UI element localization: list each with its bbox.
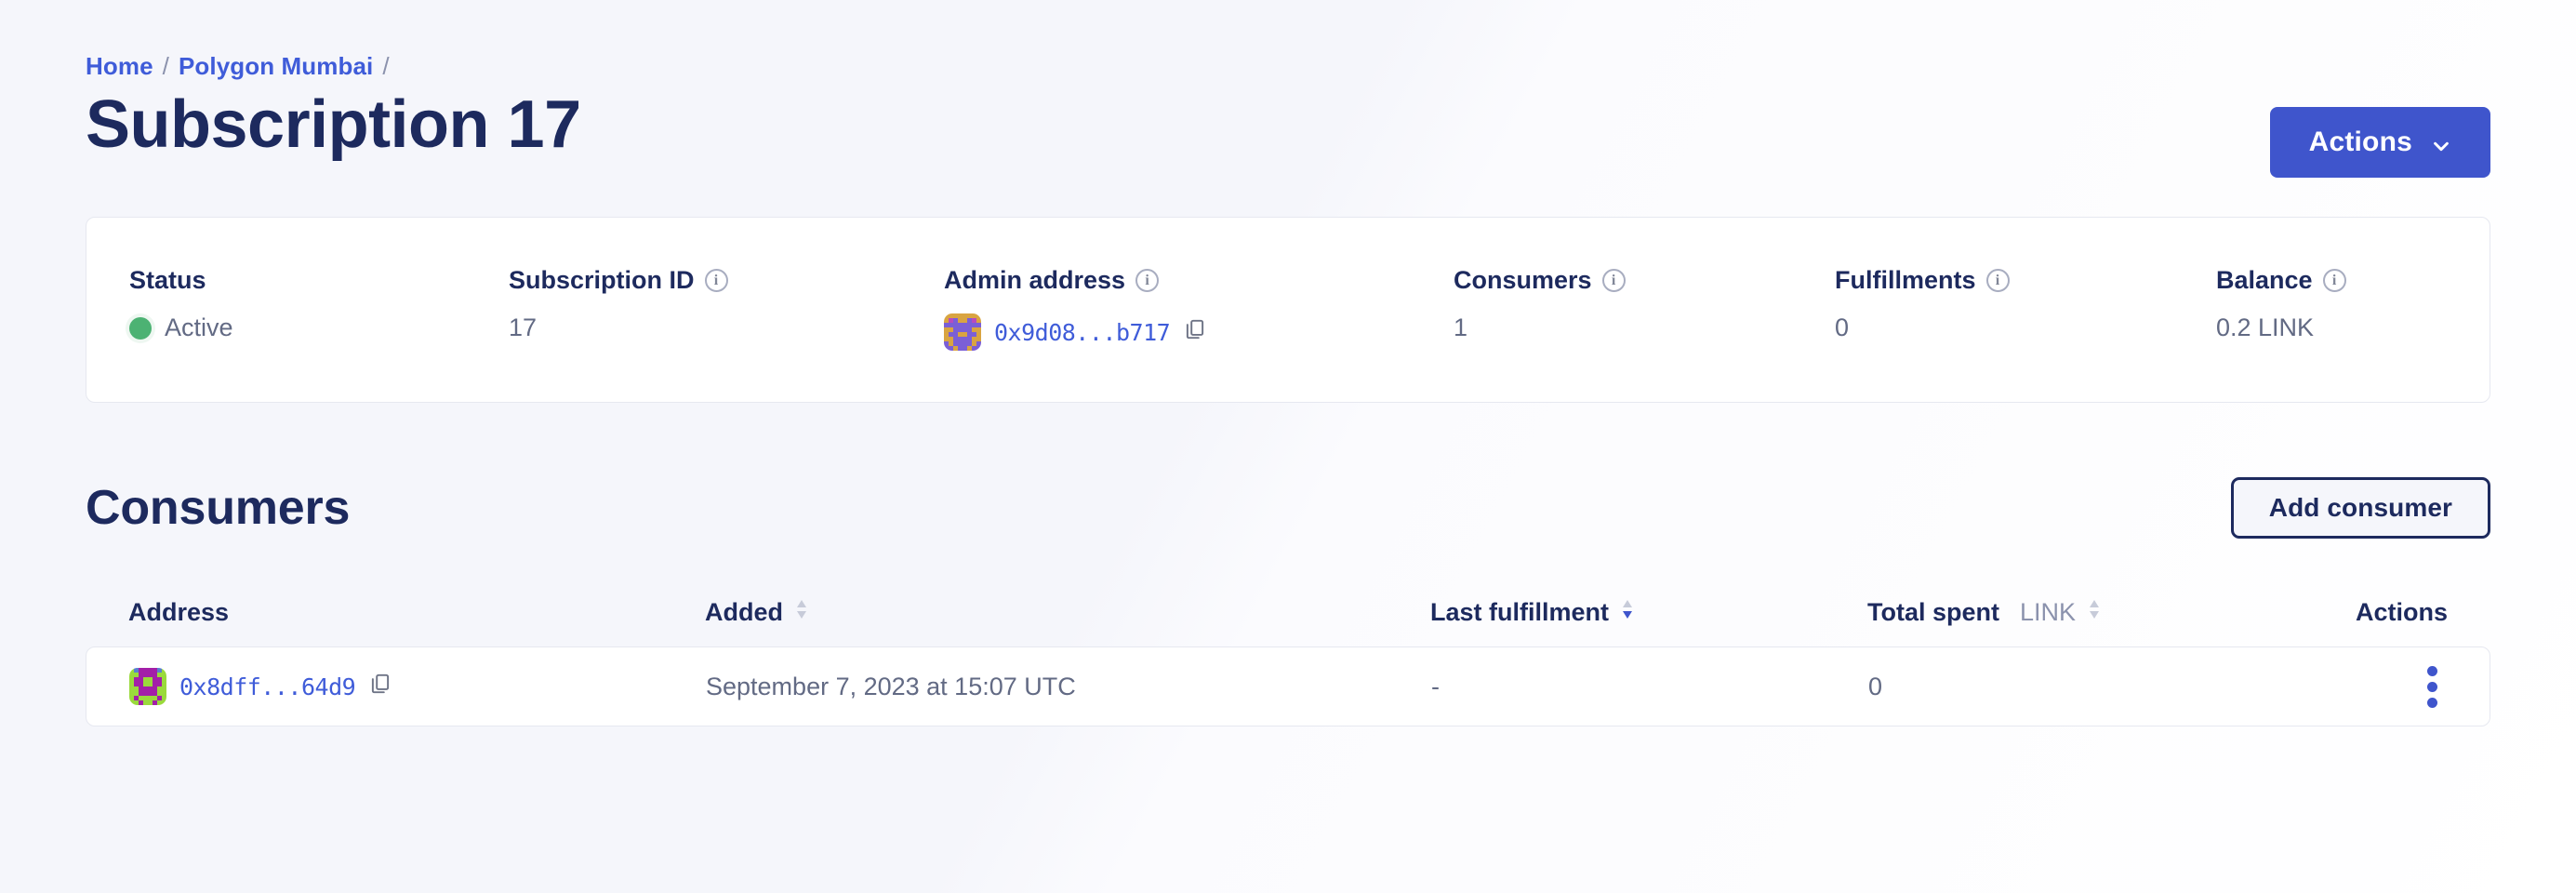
column-header-actions-label: Actions [2355,597,2448,626]
column-header-total-spent[interactable]: Total spent LINK [1867,597,2262,628]
stat-status: Status Active [129,266,509,342]
stat-status-label: Status [129,266,206,294]
stat-balance-label-wrap: Balance i [2216,266,2447,295]
sort-icon-added[interactable] [794,597,809,628]
stat-admin-address-value-wrap: 0x9d08...b717 [944,313,1454,351]
info-icon[interactable]: i [704,269,728,292]
breadcrumb-separator: / [162,52,169,80]
cell-last-fulfillment: - [1431,672,1440,700]
blockie-identicon [129,668,166,705]
info-icon[interactable]: i [1135,269,1160,292]
column-header-total-spent-label: Total spent [1867,597,2000,626]
stat-admin-address-label: Admin address [944,266,1126,294]
table-row[interactable]: 0x8dff...64d9 September 7, 2023 at 15:07… [86,646,2490,726]
breadcrumb-item-home[interactable]: Home [86,52,153,81]
subscription-stats-card: Status Active Subscription ID i 17 Admin… [86,217,2490,403]
stat-subscription-id-label: Subscription ID [509,266,695,294]
stat-subscription-id-value: 17 [509,313,538,341]
copy-icon[interactable] [1183,317,1207,348]
column-header-added-label: Added [705,597,783,626]
kebab-dot [2427,681,2437,692]
stat-consumers-label: Consumers [1454,266,1592,294]
stat-consumers: Consumers i 1 [1454,266,1835,342]
column-header-address: Address [128,598,705,627]
stat-fulfillments: Fulfillments i 0 [1835,266,2216,342]
stat-subscription-id-label-wrap: Subscription ID i [509,266,944,295]
actions-button[interactable]: Actions [2269,107,2490,178]
stat-balance-value: 0.2 LINK [2216,313,2315,341]
stat-status-value: Active [165,313,233,341]
consumers-table: Address Added Last fulfillment Total spe… [86,591,2490,726]
info-icon[interactable]: i [2322,269,2346,292]
sort-icon-last-fulfillment[interactable] [1620,597,1635,628]
consumers-title: Consumers [86,481,351,535]
consumers-section-header: Consumers Add consumer [86,477,2490,539]
stat-balance: Balance i 0.2 LINK [2216,266,2447,342]
stat-fulfillments-label: Fulfillments [1835,266,1976,294]
stat-consumers-label-wrap: Consumers i [1454,266,1835,295]
page-title: Subscription 17 [86,87,581,162]
cell-added: September 7, 2023 at 15:07 UTC [706,672,1076,700]
actions-button-label: Actions [2308,127,2412,157]
cell-actions [2261,660,2447,713]
column-header-total-spent-unit: LINK [2020,597,2077,626]
info-icon[interactable]: i [1601,269,1626,292]
breadcrumb: Home / Polygon Mumbai / [86,0,2490,81]
stat-fulfillments-value: 0 [1835,313,1850,341]
kebab-menu-icon[interactable] [2418,660,2447,713]
cell-total-spent: 0 [1868,672,1883,700]
column-header-added[interactable]: Added [705,597,1430,628]
add-consumer-button[interactable]: Add consumer [2230,477,2490,539]
status-dot-icon [129,316,152,340]
breadcrumb-item-polygon-mumbai[interactable]: Polygon Mumbai [179,52,373,81]
stat-subscription-id: Subscription ID i 17 [509,266,944,342]
kebab-dot [2427,665,2437,676]
table-header-row: Address Added Last fulfillment Total spe… [86,591,2490,633]
stat-admin-address: Admin address i 0x9d08...b717 [944,266,1454,351]
stat-balance-label: Balance [2216,266,2313,294]
stat-admin-address-label-wrap: Admin address i [944,266,1454,295]
column-header-last-fulfillment[interactable]: Last fulfillment [1430,597,1867,628]
cell-address: 0x8dff...64d9 [129,668,706,705]
consumer-address-link[interactable]: 0x8dff...64d9 [179,673,356,700]
blockie-identicon [944,313,981,351]
stat-consumers-value: 1 [1454,313,1468,341]
kebab-dot [2427,697,2437,708]
sort-icon-total-spent[interactable] [2087,597,2102,628]
info-icon[interactable]: i [1985,269,2010,292]
breadcrumb-separator-trailing: / [382,52,390,80]
title-row: Subscription 17 Actions [86,87,2490,178]
column-header-address-label: Address [128,597,230,626]
chevron-down-icon [2431,132,2451,153]
page-container: Home / Polygon Mumbai / Subscription 17 … [0,0,2576,726]
stat-fulfillments-label-wrap: Fulfillments i [1835,266,2216,295]
stat-status-label-wrap: Status [129,266,509,295]
column-header-last-fulfillment-label: Last fulfillment [1430,597,1610,626]
stat-status-value-wrap: Active [129,313,509,342]
column-header-actions: Actions [2262,598,2448,627]
admin-address-link[interactable]: 0x9d08...b717 [994,319,1171,346]
copy-icon[interactable] [368,672,392,702]
